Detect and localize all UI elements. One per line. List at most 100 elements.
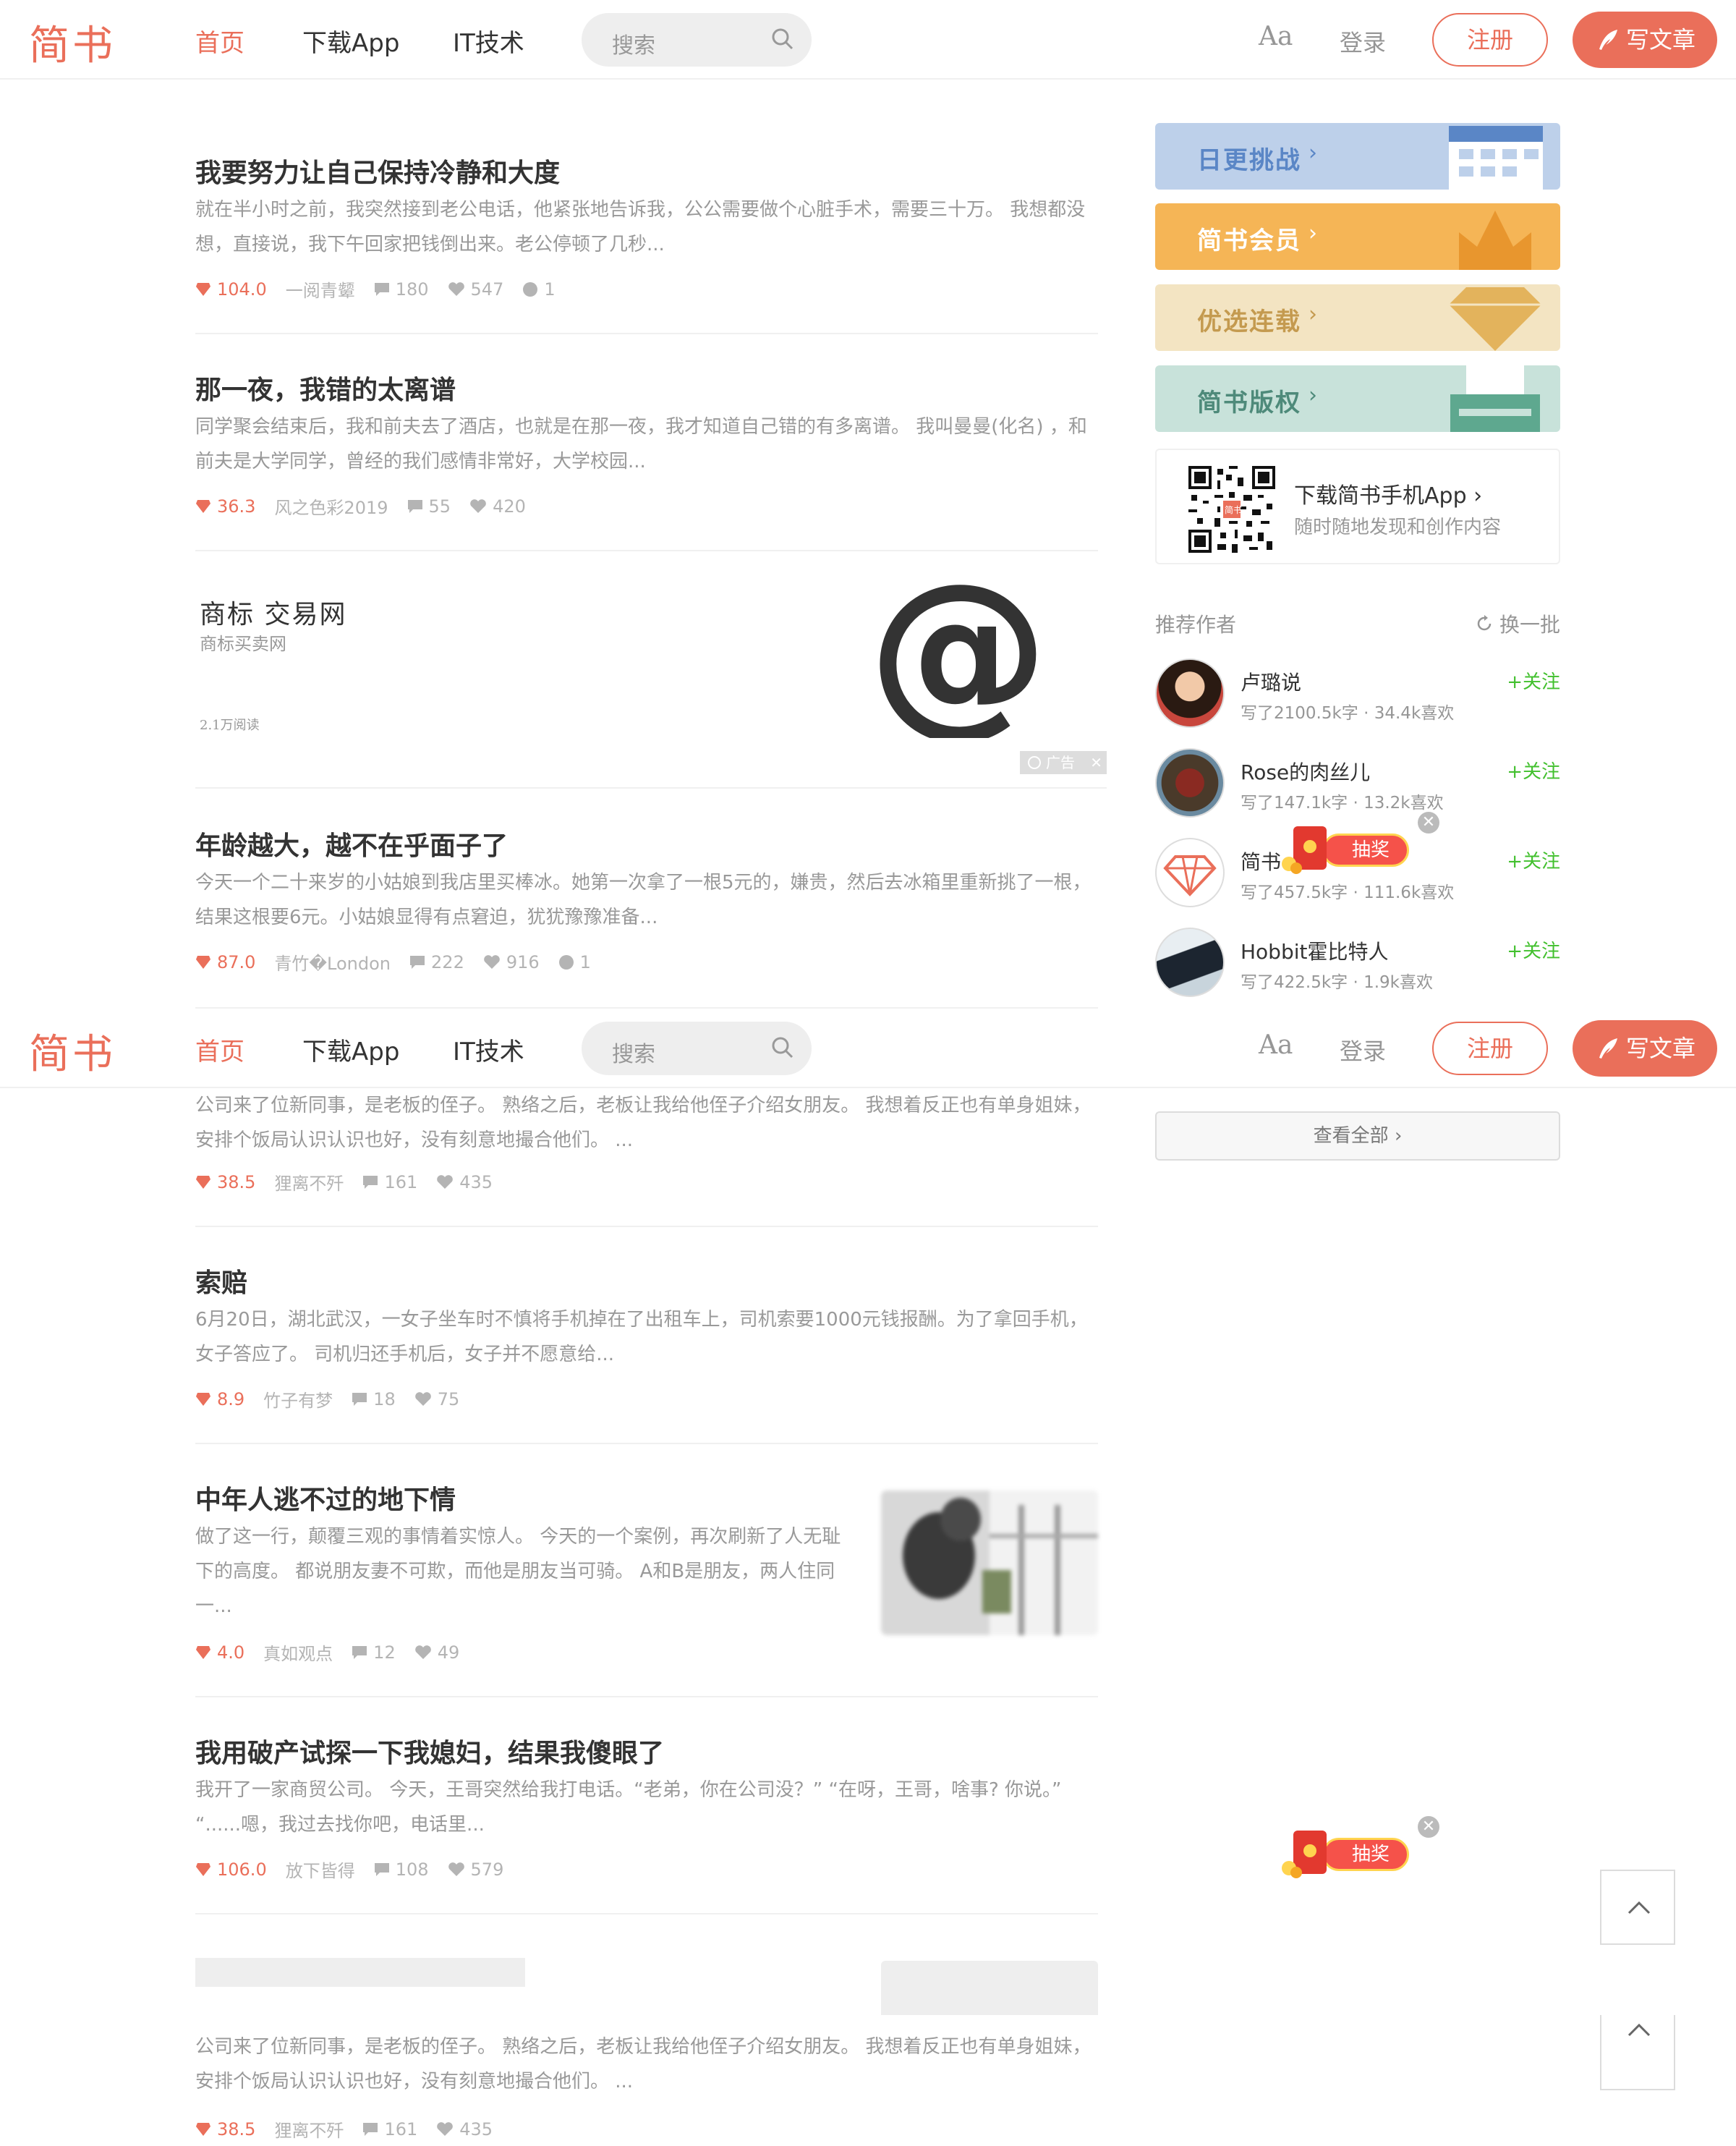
- comment-count[interactable]: 161: [362, 2119, 417, 2139]
- search-icon[interactable]: [770, 1035, 796, 1064]
- calendar-icon: [1449, 126, 1543, 190]
- article-meta: 4.0 真如观点 12 49: [195, 1640, 478, 1665]
- follow-button[interactable]: +关注: [1507, 757, 1560, 784]
- article-abstract: 我开了一家商贸公司。 今天，王哥突然给我打电话。“老弟，你在公司没？” “在呀，…: [195, 1779, 1062, 1836]
- logo[interactable]: 简书: [29, 1022, 116, 1080]
- article-meta: 36.3 风之色彩2019 55 420: [195, 493, 545, 519]
- heart-icon: [414, 1391, 431, 1406]
- author-name[interactable]: Hobbit霍比特人: [1241, 936, 1389, 965]
- author-stats: 写了422.5k字 · 1.9k喜欢: [1241, 973, 1433, 992]
- author-item[interactable]: 卢璐说 写了2100.5k字 · 34.4k喜欢 +关注: [1155, 658, 1560, 731]
- download-app-card[interactable]: 简书 下载简书手机App › 随时随地发现和创作内容: [1155, 449, 1560, 564]
- register-button[interactable]: 注册: [1432, 1022, 1548, 1075]
- article-title[interactable]: 中年人逃不过的地下情: [195, 1479, 456, 1517]
- article-item[interactable]: 我要努力让自己保持冷静和大度 就在半小时之前，我突然接到老公电话，他紧张地告诉我…: [195, 145, 1098, 334]
- article-title[interactable]: 那一夜，我错的太离谱: [195, 369, 456, 407]
- article-author[interactable]: 真如观点: [263, 1640, 333, 1665]
- article-author[interactable]: 青竹�London: [274, 949, 391, 975]
- typewriter-icon: [1450, 365, 1540, 432]
- nav-home[interactable]: 首页: [195, 23, 244, 59]
- comment-count[interactable]: 12: [352, 1642, 396, 1663]
- close-icon[interactable]: ✕: [1418, 1816, 1439, 1838]
- search-box[interactable]: 搜索: [582, 13, 812, 67]
- avatar[interactable]: [1155, 748, 1225, 818]
- search-box[interactable]: 搜索: [582, 1022, 812, 1075]
- lottery-widget[interactable]: 抽奖 ✕: [1279, 812, 1439, 883]
- login-link[interactable]: 登录: [1340, 1033, 1386, 1066]
- search-icon[interactable]: [770, 26, 796, 55]
- comment-count[interactable]: 108: [374, 1859, 429, 1880]
- article-author[interactable]: 竹子有梦: [263, 1386, 333, 1412]
- article-item[interactable]: 公司来了位新同事，是老板的侄子。 熟络之后，老板让我给他侄子介绍女朋友。 我想着…: [195, 2015, 1098, 2146]
- article-item[interactable]: 索赔 6月20日，湖北武汉，一女子坐车时不慎将手机掉在了出租车上，司机索要100…: [195, 1255, 1098, 1444]
- avatar[interactable]: [1155, 838, 1225, 907]
- nav-download-app[interactable]: 下载App: [302, 1032, 399, 1067]
- article-item[interactable]: 那一夜，我错的太离谱 同学聚会结束后，我和前夫去了酒店，也就是在那一夜，我才知道…: [195, 362, 1098, 551]
- comment-icon: [352, 1645, 367, 1659]
- avatar[interactable]: [1155, 928, 1225, 997]
- banner-label: 日更挑战: [1197, 146, 1301, 175]
- login-link[interactable]: 登录: [1340, 25, 1386, 58]
- banner-daily-challenge[interactable]: 日更挑战 ›: [1155, 123, 1560, 190]
- author-name[interactable]: 卢璐说: [1241, 667, 1301, 696]
- register-button[interactable]: 注册: [1432, 13, 1548, 67]
- see-all-button[interactable]: 查看全部 ›: [1155, 1111, 1560, 1161]
- article-item[interactable]: 年龄越大，越不在乎面子了 今天一个二十来岁的小姑娘到我店里买棒冰。她第一次拿了一…: [195, 818, 1098, 1009]
- author-name[interactable]: 简书: [1241, 847, 1281, 875]
- logo[interactable]: 简书: [29, 13, 116, 72]
- lottery-widget[interactable]: 抽奖 ✕: [1279, 1816, 1439, 1887]
- article-title[interactable]: 我用破产试探一下我媳妇，结果我傻眼了: [195, 1732, 664, 1770]
- write-article-button[interactable]: 写文章: [1573, 1020, 1717, 1077]
- comment-count[interactable]: 222: [409, 952, 464, 972]
- banner-membership[interactable]: 简书会员 ›: [1155, 203, 1560, 270]
- avatar[interactable]: [1155, 658, 1225, 728]
- article-title[interactable]: 索赔: [195, 1262, 247, 1299]
- chevron-right-icon: ›: [1394, 1125, 1403, 1147]
- article-author[interactable]: 狸离不歼: [274, 1169, 344, 1195]
- back-to-top-button[interactable]: [1600, 2015, 1675, 2090]
- article-item[interactable]: 中年人逃不过的地下情 做了这一行，颠覆三观的事情着实惊人。 今天的一个案例，再次…: [195, 1472, 1098, 1697]
- follow-button[interactable]: +关注: [1507, 847, 1560, 873]
- loading-placeholder: [881, 1961, 1098, 2015]
- ad-image-at-sign[interactable]: @: [868, 582, 1042, 738]
- comment-count[interactable]: 180: [374, 279, 429, 300]
- author-stats: 写了2100.5k字 · 34.4k喜欢: [1241, 704, 1455, 723]
- article-author[interactable]: 狸离不歼: [274, 2116, 344, 2142]
- coin-icon: [523, 281, 538, 297]
- article-author[interactable]: 风之色彩2019: [274, 493, 388, 519]
- follow-button[interactable]: +关注: [1507, 936, 1560, 963]
- comment-count[interactable]: 161: [362, 1172, 417, 1192]
- article-item[interactable]: 公司来了位新同事，是老板的侄子。 熟络之后，老板让我给他侄子介绍女朋友。 我想着…: [195, 1088, 1098, 1227]
- banner-copyright[interactable]: 简书版权 ›: [1155, 365, 1560, 432]
- close-icon[interactable]: ✕: [1090, 751, 1102, 774]
- download-title[interactable]: 下载简书手机App ›: [1294, 478, 1482, 509]
- write-article-label: 写文章: [1626, 26, 1696, 54]
- back-to-top-button[interactable]: [1600, 1870, 1675, 1945]
- follow-button[interactable]: +关注: [1507, 667, 1560, 694]
- article-thumbnail[interactable]: [881, 1490, 1098, 1635]
- ad-badge[interactable]: 广告 ✕: [1020, 751, 1107, 774]
- article-author[interactable]: 放下皆得: [286, 1857, 355, 1882]
- article-author[interactable]: 一阅青颦: [286, 276, 355, 302]
- nav-download-app[interactable]: 下载App: [302, 23, 399, 59]
- author-item[interactable]: Rose的肉丝儿 写了147.1k字 · 13.2k喜欢 +关注: [1155, 748, 1560, 820]
- article-item[interactable]: 我用破产试探一下我媳妇，结果我傻眼了 我开了一家商贸公司。 今天，王哥突然给我打…: [195, 1725, 1098, 1914]
- comment-count[interactable]: 55: [407, 496, 451, 517]
- author-item[interactable]: Hobbit霍比特人 写了422.5k字 · 1.9k喜欢 +关注: [1155, 928, 1560, 1000]
- font-size-toggle[interactable]: Aa: [1259, 22, 1293, 51]
- ad-title[interactable]: 商标 交易网: [200, 593, 346, 631]
- article-title[interactable]: 我要努力让自己保持冷静和大度: [195, 152, 560, 190]
- nav-it-tech[interactable]: IT技术: [453, 23, 524, 59]
- loading-placeholder: [195, 1958, 525, 1987]
- refresh-button[interactable]: 换一批: [1475, 609, 1560, 638]
- article-title[interactable]: 年龄越大，越不在乎面子了: [195, 825, 508, 862]
- comment-count[interactable]: 18: [352, 1389, 396, 1409]
- nav-home[interactable]: 首页: [195, 1032, 244, 1067]
- font-size-toggle[interactable]: Aa: [1259, 1030, 1293, 1060]
- ad-card[interactable]: 商标 交易网 商标买卖网 2.1万阅读 @ 广告 ✕: [195, 579, 1107, 789]
- author-name[interactable]: Rose的肉丝儿: [1241, 757, 1370, 786]
- write-article-button[interactable]: 写文章: [1573, 12, 1717, 68]
- banner-selected-series[interactable]: 优选连载 ›: [1155, 284, 1560, 351]
- nav-it-tech[interactable]: IT技术: [453, 1032, 524, 1067]
- close-icon[interactable]: ✕: [1418, 812, 1439, 834]
